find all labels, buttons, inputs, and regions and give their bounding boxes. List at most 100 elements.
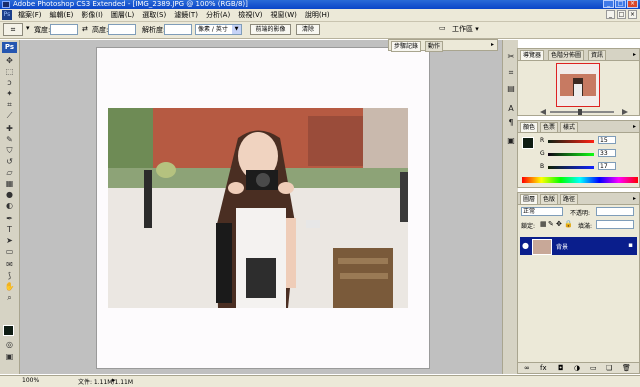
zoom-level[interactable]: 100% (22, 377, 39, 384)
gradient-tool-icon[interactable]: ▦ (3, 179, 16, 188)
eye-icon[interactable]: ● (522, 241, 529, 250)
ps-menu-icon[interactable]: Ps (2, 10, 12, 20)
b-value[interactable]: 17 (598, 162, 616, 170)
status-menu-icon[interactable]: ▸ (112, 376, 116, 384)
b-slider[interactable] (548, 166, 594, 169)
blur-tool-icon[interactable]: ● (3, 190, 16, 199)
tab-histogram[interactable]: 色階分佈圖 (548, 50, 585, 60)
doc-restore-button[interactable]: □ (617, 10, 626, 19)
chevron-down-icon[interactable]: ▾ (26, 24, 34, 34)
brushes-icon[interactable]: ✂ (506, 52, 516, 62)
lock-image-icon[interactable]: ✎ (548, 220, 554, 228)
tab-actions[interactable]: 動作 (425, 41, 444, 52)
workspace-menu[interactable]: 工作區 ▾ (452, 24, 479, 34)
menu-image[interactable]: 影像(I) (77, 10, 107, 20)
path-selection-tool-icon[interactable]: ➤ (3, 236, 16, 245)
g-value[interactable]: 33 (598, 149, 616, 157)
minimize-button[interactable]: _ (603, 0, 614, 8)
menu-edit[interactable]: 編輯(E) (46, 10, 78, 20)
dodge-tool-icon[interactable]: ◐ (3, 201, 16, 210)
menu-help[interactable]: 說明(H) (301, 10, 334, 20)
tab-channels[interactable]: 色版 (540, 194, 559, 204)
blend-mode-select[interactable]: 正常 (521, 207, 563, 216)
menu-analysis[interactable]: 分析(A) (202, 10, 234, 20)
doc-close-button[interactable]: × (628, 10, 637, 19)
layer-mask-icon[interactable]: ◘ (558, 364, 564, 372)
shape-tool-icon[interactable]: ▭ (3, 247, 16, 256)
maximize-button[interactable]: □ (615, 0, 626, 8)
slice-tool-icon[interactable]: ⟋ (3, 111, 16, 120)
r-slider[interactable] (548, 140, 594, 143)
resolution-input[interactable] (164, 24, 192, 35)
tab-paths[interactable]: 路徑 (560, 194, 579, 204)
navigator-thumbnail[interactable] (556, 63, 600, 107)
panel-menu-icon[interactable]: ▸ (633, 123, 636, 130)
navigator-zoom-slider[interactable] (538, 109, 628, 115)
menu-select[interactable]: 選取(S) (138, 10, 170, 20)
panel-menu-icon[interactable]: ▸ (633, 51, 636, 58)
doc-minimize-button[interactable]: _ (606, 10, 615, 19)
menu-file[interactable]: 檔案(F) (14, 10, 46, 20)
menu-layer[interactable]: 圖層(L) (107, 10, 138, 20)
zoom-tool-icon[interactable]: ⌕ (3, 293, 16, 302)
lock-all-icon[interactable]: 🔒 (564, 220, 573, 228)
layer-style-icon[interactable]: fx (540, 364, 547, 372)
tab-layers[interactable]: 圖層 (520, 194, 539, 204)
pen-tool-icon[interactable]: ✒ (3, 214, 16, 223)
fill-input[interactable] (596, 220, 634, 229)
tab-navigator[interactable]: 導覽器 (520, 50, 545, 60)
tab-color[interactable]: 顏色 (520, 122, 539, 132)
crop-tool-preset-picker[interactable]: ⌗ (3, 23, 23, 36)
layer-row-background[interactable]: ● 背景 ▪ (520, 237, 637, 255)
height-input[interactable] (108, 24, 136, 35)
clone-source-icon[interactable]: ▣ (506, 136, 516, 146)
swap-dimensions-icon[interactable]: ⇄ (82, 25, 88, 33)
new-layer-icon[interactable]: ❏ (606, 364, 612, 372)
g-slider[interactable] (548, 153, 594, 156)
menu-window[interactable]: 視窗(W) (266, 10, 300, 20)
width-input[interactable] (50, 24, 78, 35)
clear-button[interactable]: 清除 (296, 24, 320, 35)
healing-brush-tool-icon[interactable]: ✚ (3, 124, 16, 133)
tab-history[interactable]: 步驟記錄 (391, 41, 422, 52)
magic-wand-tool-icon[interactable]: ✦ (3, 89, 16, 98)
tool-presets-icon[interactable]: ⌗ (506, 68, 516, 78)
history-brush-tool-icon[interactable]: ↺ (3, 157, 16, 166)
r-value[interactable]: 15 (598, 136, 616, 144)
tab-styles[interactable]: 樣式 (560, 122, 579, 132)
screen-mode-icon[interactable]: ▣ (3, 352, 16, 361)
panel-menu-icon[interactable]: ▸ (491, 41, 494, 48)
panel-menu-icon[interactable]: ▸ (633, 195, 636, 202)
lock-transparency-icon[interactable]: ▦ (540, 220, 547, 228)
close-button[interactable]: × (627, 0, 638, 8)
eyedropper-tool-icon[interactable]: ⟆ (3, 271, 16, 280)
character-icon[interactable]: A (506, 104, 516, 114)
resolution-unit-select[interactable]: 像素 / 英寸 ▼ (195, 24, 242, 35)
tab-info[interactable]: 資訊 (588, 50, 607, 60)
eraser-tool-icon[interactable]: ▱ (3, 168, 16, 177)
crop-tool-icon[interactable]: ⌗ (3, 100, 16, 109)
foreground-color-swatch[interactable] (3, 325, 14, 336)
color-foreground-swatch[interactable] (522, 137, 534, 149)
lock-position-icon[interactable]: ✥ (556, 220, 562, 228)
layer-comps-icon[interactable]: ▤ (506, 84, 516, 94)
clone-stamp-tool-icon[interactable]: ⛉ (3, 146, 16, 155)
marquee-tool-icon[interactable]: ⬚ (3, 67, 16, 76)
menu-view[interactable]: 檢視(V) (234, 10, 266, 20)
tab-swatches[interactable]: 色票 (540, 122, 559, 132)
delete-layer-icon[interactable]: 🗑 (622, 364, 631, 372)
paragraph-icon[interactable]: ¶ (506, 118, 516, 128)
adjustment-layer-icon[interactable]: ◑ (574, 364, 580, 372)
move-tool-icon[interactable]: ✥ (3, 56, 16, 65)
link-layers-icon[interactable]: ∞ (524, 364, 530, 372)
type-tool-icon[interactable]: T (3, 225, 16, 234)
color-spectrum-bar[interactable] (522, 177, 638, 183)
brush-tool-icon[interactable]: ✎ (3, 135, 16, 144)
front-image-button[interactable]: 前端的影像 (250, 24, 291, 35)
opacity-input[interactable] (596, 207, 634, 216)
hand-tool-icon[interactable]: ✋ (3, 282, 16, 291)
menu-filter[interactable]: 濾鏡(T) (170, 10, 202, 20)
lasso-tool-icon[interactable]: ↄ (3, 78, 16, 87)
group-icon[interactable]: ▭ (590, 364, 597, 372)
quick-mask-icon[interactable]: ◎ (3, 340, 16, 349)
